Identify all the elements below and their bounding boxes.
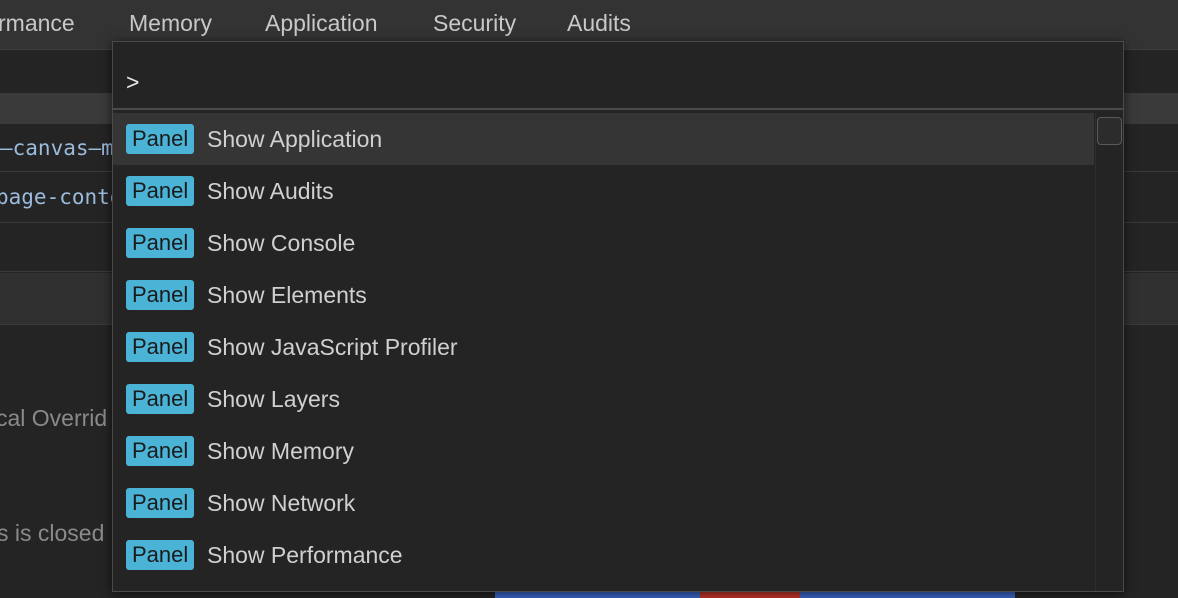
command-label: Show Console — [207, 230, 356, 256]
category-badge: Panel — [126, 436, 195, 466]
command-label: Show Audits — [207, 178, 334, 204]
command-label: Show Performance — [207, 542, 403, 568]
tab-performance[interactable]: rmance — [0, 10, 75, 37]
command-label: Show Network — [207, 490, 356, 516]
category-badge: Panel — [126, 124, 195, 154]
category-badge: Panel — [126, 332, 195, 362]
command-list: Panel Show Application Panel Show Audits… — [113, 113, 1094, 591]
command-label: Show Layers — [207, 386, 340, 412]
command-input-value: > — [126, 69, 140, 95]
command-list-scrollbar[interactable] — [1095, 113, 1123, 591]
command-input[interactable]: > — [113, 42, 1123, 110]
command-label: Show JavaScript Profiler — [207, 334, 458, 360]
code-text: page-conte — [0, 185, 123, 209]
command-item-show-layers[interactable]: Panel Show Layers — [113, 373, 1094, 425]
tab-security[interactable]: Security — [433, 10, 516, 37]
command-item-show-console[interactable]: Panel Show Console — [113, 217, 1094, 269]
category-badge: Panel — [126, 540, 195, 570]
command-label: Show Application — [207, 126, 383, 152]
command-label: Show Memory — [207, 438, 354, 464]
command-item-show-javascript-profiler[interactable]: Panel Show JavaScript Profiler — [113, 321, 1094, 373]
background-text: cal Overrid — [0, 405, 108, 431]
category-badge: Panel — [126, 384, 195, 414]
command-item-show-performance[interactable]: Panel Show Performance — [113, 529, 1094, 581]
category-badge: Panel — [126, 228, 195, 258]
devtools-window: rmance Memory Application Security Audit… — [0, 0, 1178, 598]
tab-memory[interactable]: Memory — [129, 10, 212, 37]
command-menu: > Panel Show Application Panel Show Audi… — [112, 41, 1124, 592]
code-text: –canvas–m — [0, 136, 114, 160]
tab-application[interactable]: Application — [265, 10, 378, 37]
category-badge: Panel — [126, 280, 195, 310]
command-item-show-elements[interactable]: Panel Show Elements — [113, 269, 1094, 321]
command-item-show-application[interactable]: Panel Show Application — [113, 113, 1094, 165]
category-badge: Panel — [126, 488, 195, 518]
tab-audits[interactable]: Audits — [567, 10, 631, 37]
category-badge: Panel — [126, 176, 195, 206]
background-text: s is closed — [0, 520, 105, 546]
command-item-show-memory[interactable]: Panel Show Memory — [113, 425, 1094, 477]
command-item-show-network[interactable]: Panel Show Network — [113, 477, 1094, 529]
command-label: Show Elements — [207, 282, 367, 308]
scrollbar-thumb[interactable] — [1097, 117, 1122, 145]
command-item-show-audits[interactable]: Panel Show Audits — [113, 165, 1094, 217]
